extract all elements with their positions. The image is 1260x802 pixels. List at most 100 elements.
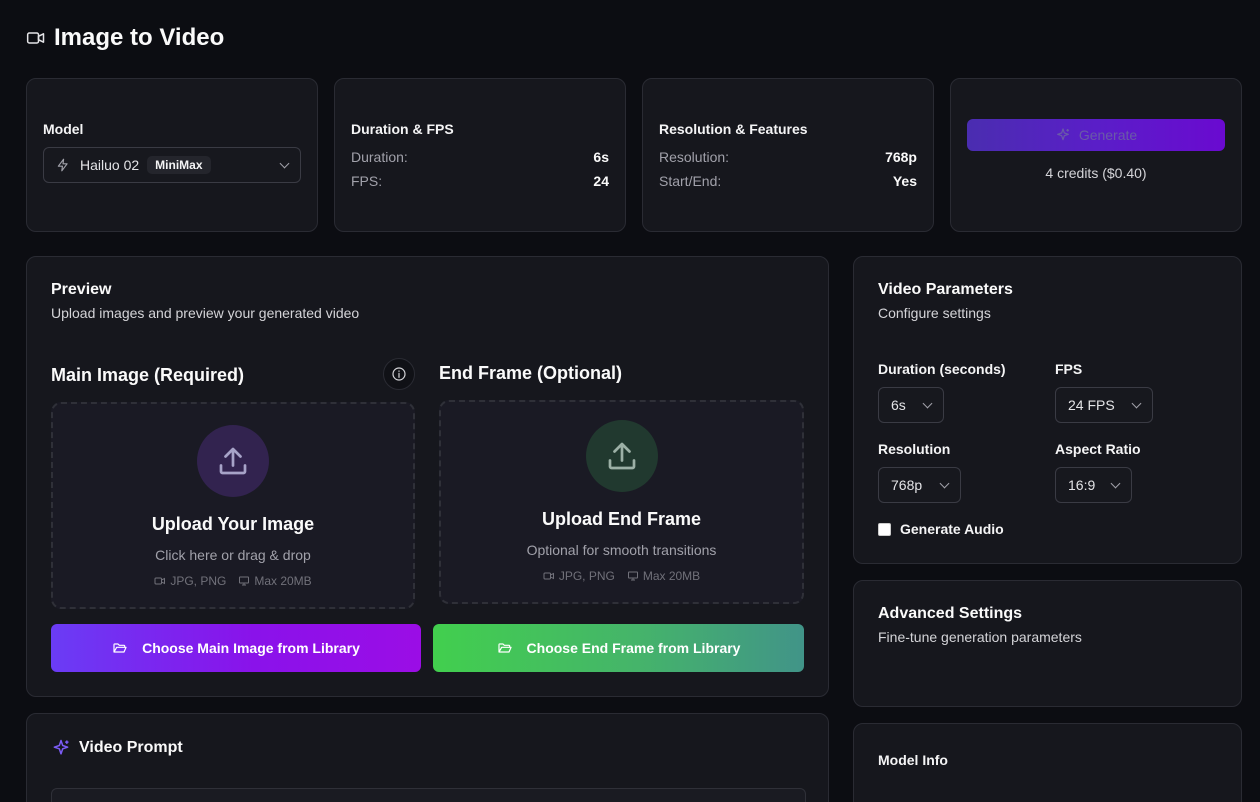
video-parameters-title: Video Parameters bbox=[878, 281, 1013, 298]
fps-select[interactable]: 24 FPS bbox=[1055, 387, 1153, 423]
model-info-card: Model Info bbox=[853, 723, 1242, 802]
chevron-down-icon bbox=[939, 478, 950, 488]
upload-icon bbox=[219, 447, 247, 475]
resolution-value: 768p bbox=[885, 149, 917, 165]
main-upload-meta: JPG, PNG Max 20MB bbox=[53, 574, 413, 588]
fps-label: FPS bbox=[1055, 361, 1083, 377]
provider-badge: MiniMax bbox=[147, 156, 211, 174]
chevron-down-icon bbox=[1131, 398, 1142, 408]
main-size-text: Max 20MB bbox=[254, 574, 312, 588]
main-upload-title: Upload Your Image bbox=[151, 514, 315, 534]
video-prompt-input[interactable] bbox=[51, 788, 806, 802]
choose-main-label: Choose Main Image from Library bbox=[142, 640, 360, 656]
end-frame-dropzone[interactable]: Upload End Frame Optional for smooth tra… bbox=[439, 400, 804, 604]
fps-select-value: 24 FPS bbox=[1068, 397, 1115, 413]
video-prompt-title: Video Prompt bbox=[79, 739, 183, 756]
sparkles-icon bbox=[53, 739, 69, 755]
preview-title: Preview bbox=[51, 281, 112, 298]
resolution-row: Resolution: 768p bbox=[659, 149, 917, 165]
fps-key: FPS: bbox=[351, 173, 383, 189]
main-formats-text: JPG, PNG bbox=[170, 574, 227, 588]
main-image-heading: Main Image (Required) bbox=[51, 365, 245, 385]
model-name: Hailuo 02 bbox=[80, 157, 140, 173]
video-icon bbox=[543, 572, 554, 580]
end-upload-hint: Optional for smooth transitions bbox=[526, 542, 717, 558]
resolution-select-value: 768p bbox=[891, 477, 923, 493]
advanced-settings-title: Advanced Settings bbox=[878, 605, 1023, 622]
generate-card: Generate 4 credits ($0.40) bbox=[950, 78, 1242, 232]
fps-value: 24 bbox=[593, 173, 609, 189]
generate-label: Generate bbox=[1078, 127, 1138, 143]
choose-end-frame-button[interactable]: Choose End Frame from Library bbox=[433, 624, 804, 672]
credits-text: 4 credits ($0.40) bbox=[1045, 165, 1147, 181]
choose-main-image-button[interactable]: Choose Main Image from Library bbox=[51, 624, 421, 672]
end-size: Max 20MB bbox=[627, 569, 700, 583]
chevron-down-icon bbox=[279, 158, 290, 168]
duration-fps-label: Duration & FPS bbox=[351, 121, 454, 137]
resolution-label: Resolution bbox=[878, 441, 951, 457]
chevron-down-icon bbox=[922, 398, 933, 408]
aspect-ratio-select-value: 16:9 bbox=[1068, 477, 1096, 493]
preview-subtitle: Upload images and preview your generated… bbox=[51, 305, 360, 321]
chevron-down-icon bbox=[1110, 478, 1121, 488]
duration-fps-card: Duration & FPS Duration: 6s FPS: 24 bbox=[334, 78, 626, 232]
startend-row: Start/End: Yes bbox=[659, 173, 917, 189]
video-parameters-card: Video Parameters Configure settings Dura… bbox=[853, 256, 1242, 564]
choose-end-label: Choose End Frame from Library bbox=[526, 640, 741, 656]
duration-value: 6s bbox=[593, 149, 609, 165]
duration-key: Duration: bbox=[351, 149, 408, 165]
folder-open-icon bbox=[113, 643, 127, 653]
model-card: Model Hailuo 02 MiniMax bbox=[26, 78, 318, 232]
folder-open-icon bbox=[497, 643, 512, 653]
main-formats: JPG, PNG bbox=[154, 574, 226, 588]
monitor-icon bbox=[239, 576, 250, 586]
generate-audio-checkbox[interactable] bbox=[878, 522, 891, 536]
startend-key: Start/End: bbox=[659, 173, 722, 189]
duration-select[interactable]: 6s bbox=[878, 387, 944, 423]
video-parameters-subtitle: Configure settings bbox=[878, 305, 991, 321]
end-upload-title: Upload End Frame bbox=[541, 509, 702, 529]
video-prompt-header: Video Prompt bbox=[51, 738, 183, 758]
aspect-ratio-label: Aspect Ratio bbox=[1055, 441, 1141, 457]
aspect-ratio-select[interactable]: 16:9 bbox=[1055, 467, 1132, 503]
resolution-key: Resolution: bbox=[659, 149, 730, 165]
page-title: Image to Video bbox=[54, 24, 225, 51]
resolution-features-label: Resolution & Features bbox=[659, 121, 808, 137]
video-camera-icon bbox=[26, 32, 45, 44]
main-image-dropzone[interactable]: Upload Your Image Click here or drag & d… bbox=[51, 402, 415, 609]
end-frame-heading: End Frame (Optional) bbox=[439, 363, 623, 383]
lightning-icon bbox=[57, 158, 68, 172]
startend-value: Yes bbox=[892, 173, 917, 189]
video-prompt-card: Video Prompt bbox=[26, 713, 829, 802]
end-size-text: Max 20MB bbox=[642, 569, 701, 583]
fps-row: FPS: 24 bbox=[351, 173, 609, 189]
resolution-select[interactable]: 768p bbox=[878, 467, 961, 503]
generate-audio-row: Generate Audio bbox=[878, 521, 1004, 537]
info-icon bbox=[392, 367, 406, 381]
main-size: Max 20MB bbox=[238, 574, 312, 588]
model-select[interactable]: Hailuo 02 MiniMax bbox=[43, 147, 301, 183]
advanced-settings-card: Advanced Settings Fine-tune generation p… bbox=[853, 580, 1242, 707]
preview-card: Preview Upload images and preview your g… bbox=[26, 256, 829, 697]
main-upload-circle bbox=[197, 425, 269, 497]
video-icon bbox=[154, 577, 166, 585]
generate-button[interactable]: Generate bbox=[967, 119, 1225, 151]
monitor-icon bbox=[627, 571, 638, 581]
model-label: Model bbox=[43, 121, 84, 137]
advanced-settings-subtitle: Fine-tune generation parameters bbox=[878, 629, 1082, 645]
duration-row: Duration: 6s bbox=[351, 149, 609, 165]
main-upload-hint: Click here or drag & drop bbox=[155, 547, 311, 563]
model-info-title: Model Info bbox=[878, 752, 948, 768]
info-button[interactable] bbox=[383, 358, 415, 390]
sparkles-icon bbox=[1056, 128, 1069, 141]
resolution-features-card: Resolution & Features Resolution: 768p S… bbox=[642, 78, 934, 232]
duration-select-value: 6s bbox=[891, 397, 906, 413]
page-header: Image to Video bbox=[26, 24, 224, 52]
end-formats-text: JPG, PNG bbox=[558, 569, 615, 583]
end-upload-circle bbox=[585, 420, 658, 492]
upload-icon bbox=[608, 442, 635, 470]
end-upload-meta: JPG, PNG Max 20MB bbox=[441, 569, 802, 583]
end-formats: JPG, PNG bbox=[543, 569, 615, 583]
duration-seconds-label: Duration (seconds) bbox=[878, 361, 1006, 377]
generate-audio-label: Generate Audio bbox=[900, 521, 1004, 537]
